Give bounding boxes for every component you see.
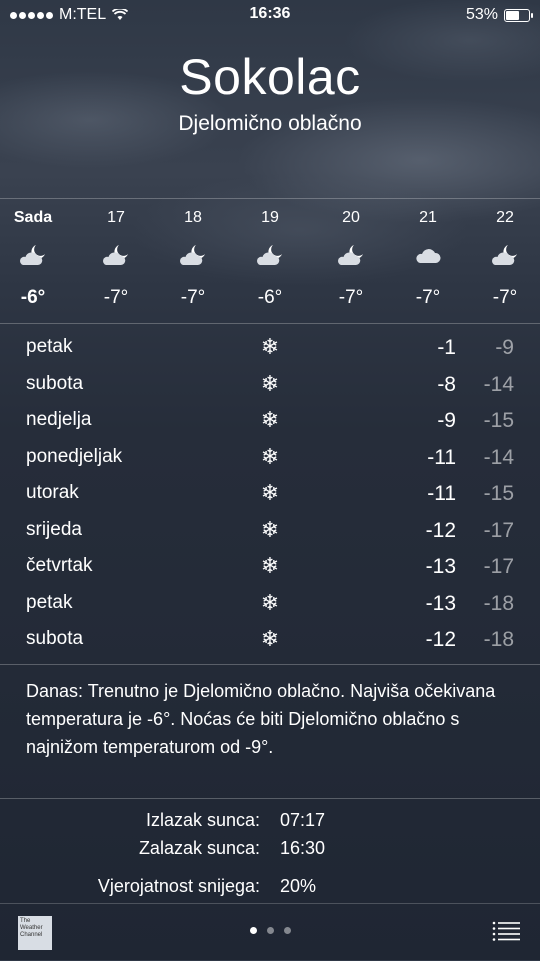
page-dot[interactable] (249, 927, 257, 934)
snowflake-icon: ❄ (260, 480, 280, 505)
day-name: subota (26, 372, 84, 394)
detail-value: 20% (280, 876, 317, 896)
daily-row: subota ❄ -12 -18 (0, 622, 540, 658)
daily-row: ponedjeljak ❄ -11 -14 (0, 440, 540, 476)
partly-cloudy-night-icon (179, 243, 207, 267)
hour-temperature: -6° (257, 287, 283, 308)
detail-value: 16:30 (280, 838, 326, 858)
snowflake-icon: ❄ (260, 334, 280, 359)
partly-cloudy-night-icon (337, 243, 365, 267)
today-summary: Danas: Trenutno je Djelomično oblačno. N… (0, 664, 540, 799)
hour-temperature: -7° (415, 287, 441, 308)
snowflake-icon: ❄ (260, 626, 280, 651)
current-condition: Djelomično oblačno (178, 112, 362, 135)
summary-text: Danas: Trenutno je Djelomično oblačno. N… (26, 681, 496, 757)
hour-temperature: -6° (20, 287, 46, 308)
daily-row: petak ❄ -1 -9 (0, 330, 540, 366)
day-high-temp: -8 (437, 372, 456, 396)
day-low-temp: -9 (495, 336, 514, 359)
page-dot[interactable] (266, 927, 274, 934)
day-name: subota (26, 628, 84, 649)
hour-label: 22 (496, 209, 514, 226)
detail-value: 07:17 (280, 810, 326, 830)
day-name: petak (26, 336, 73, 357)
partly-cloudy-night-icon (256, 243, 284, 267)
partly-cloudy-night-icon (491, 243, 519, 267)
day-low-temp: -14 (483, 372, 514, 396)
day-name: srijeda (26, 518, 82, 540)
hour-temperature: -7° (492, 287, 518, 308)
day-name: ponedjeljak (26, 445, 123, 467)
day-high-temp: -11 (427, 482, 456, 505)
day-high-temp: -9 (437, 409, 456, 432)
hour-label: 20 (342, 209, 360, 226)
status-bar: M:TEL 16:36 53% (0, 0, 540, 30)
partly-cloudy-night-icon (19, 243, 47, 267)
day-low-temp: -18 (483, 591, 514, 615)
day-high-temp: -11 (427, 445, 456, 469)
day-name: petak (26, 591, 73, 613)
snowflake-icon: ❄ (260, 370, 280, 396)
hour-label: 21 (419, 209, 437, 226)
cloud-icon (414, 243, 442, 267)
day-high-temp: -12 (425, 628, 456, 651)
snowflake-icon: ❄ (260, 589, 280, 615)
snowflake-icon: ❄ (260, 516, 280, 542)
snowflake-icon: ❄ (260, 443, 280, 469)
daily-row: srijeda ❄ -12 -17 (0, 513, 540, 549)
hour-label: 19 (261, 209, 279, 226)
hour-label: 18 (184, 209, 202, 226)
snowflake-icon: ❄ (260, 553, 280, 578)
day-name: utorak (26, 482, 79, 503)
day-low-temp: -17 (483, 518, 514, 542)
hour-temperature: -7° (338, 287, 364, 308)
page-indicator[interactable] (0, 927, 540, 934)
daily-row: subota ❄ -8 -14 (0, 367, 540, 403)
city-list-icon[interactable] (492, 920, 520, 942)
partly-cloudy-night-icon (102, 243, 130, 267)
bottom-bar: The Weather Channel (0, 903, 540, 961)
day-low-temp: -14 (483, 445, 514, 469)
day-high-temp: -13 (425, 591, 456, 615)
day-name: nedjelja (26, 409, 92, 430)
detail-label: Zalazak sunca: (138, 838, 260, 858)
page-dot[interactable] (283, 927, 291, 934)
snowflake-icon: ❄ (260, 407, 280, 432)
detail-label: Izlazak sunca: (145, 810, 260, 830)
battery-icon (504, 8, 533, 22)
day-high-temp: -13 (425, 555, 456, 578)
day-low-temp: -18 (483, 628, 514, 651)
day-low-temp: -15 (483, 482, 514, 505)
daily-row: utorak ❄ -11 -15 (0, 476, 540, 512)
day-name: četvrtak (26, 555, 93, 576)
daily-row: četvrtak ❄ -13 -17 (0, 549, 540, 585)
detail-label: Vjerojatnost snijega: (97, 876, 260, 896)
hour-temperature: -7° (180, 287, 206, 308)
daily-row: petak ❄ -13 -18 (0, 586, 540, 622)
day-low-temp: -15 (483, 409, 514, 432)
day-high-temp: -12 (425, 518, 456, 542)
hourly-forecast[interactable]: Sada -6° 17 -7° 18 -7° 19 -6° 20 -7° 21 -7° 22 -7° (0, 198, 540, 324)
city-name: Sokolac (179, 49, 361, 105)
day-high-temp: -1 (437, 336, 456, 359)
hour-label: Sada (13, 209, 53, 226)
weather-details: Izlazak sunca: 07:17 Zalazak sunca: 16:30 Vj… (0, 798, 540, 903)
day-low-temp: -17 (483, 555, 514, 578)
battery-percent: 53% (465, 6, 498, 23)
battery-info: 53% (465, 6, 533, 24)
hour-temperature: -7° (103, 287, 129, 308)
clock: 16:36 (249, 5, 291, 22)
daily-row: nedjelja ❄ -9 -15 (0, 403, 540, 439)
hour-label: 17 (107, 209, 125, 226)
